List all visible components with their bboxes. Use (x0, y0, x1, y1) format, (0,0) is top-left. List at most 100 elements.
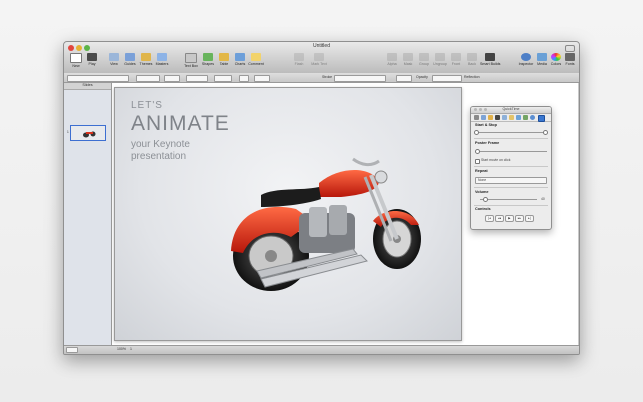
repeat-value: None (478, 178, 487, 182)
play-pause-button[interactable]: ▶ (505, 215, 514, 222)
slide-thumbnail[interactable]: 1 (67, 123, 107, 141)
table-tab-icon[interactable] (516, 115, 521, 120)
skip-to-end-button[interactable]: ▸| (525, 215, 534, 222)
table-icon (219, 53, 229, 61)
line-width-field[interactable] (239, 75, 249, 82)
start-on-click-checkbox[interactable] (475, 159, 480, 164)
color-popup[interactable] (254, 75, 270, 82)
slide-tab-icon[interactable] (481, 115, 486, 120)
toolbar-label: Comment (248, 62, 264, 66)
opacity-slider[interactable] (432, 75, 462, 82)
slide-heading-line1: LET'S (131, 100, 163, 111)
repeat-popup[interactable]: None (475, 177, 547, 184)
front-icon (451, 53, 461, 61)
slide-thumbnail-preview (70, 125, 106, 141)
charts-icon (235, 53, 245, 61)
volume-knob[interactable] (483, 197, 488, 202)
zoom-level[interactable]: 100% (117, 347, 126, 351)
style-popup[interactable] (67, 75, 129, 82)
page-indicator: 1 (130, 347, 132, 351)
text-tab-icon[interactable] (495, 115, 500, 120)
inspector-zoom-button[interactable] (484, 108, 487, 111)
toolbar-label: Play (88, 62, 96, 66)
slide-navigator: Slides 1 (64, 83, 112, 346)
start-knob[interactable] (474, 130, 479, 135)
mask-icon (403, 53, 413, 61)
stroke-width-field[interactable] (396, 75, 412, 82)
flash-icon (294, 53, 304, 61)
skip-to-start-button[interactable]: |◂ (485, 215, 494, 222)
thumbnail-motorcycle-icon (71, 126, 105, 140)
slide[interactable]: LET'S ANIMATE your Keynote presentation (114, 87, 462, 341)
build-tab-icon[interactable] (488, 115, 493, 120)
toolbar-label: Fonts (565, 62, 575, 66)
line-popup[interactable] (214, 75, 232, 82)
divider (474, 138, 548, 139)
slide-subtitle-line1: your Keynote (131, 139, 190, 150)
reflection-label: Reflection (464, 75, 480, 79)
toolbar-comment-button[interactable]: Comment (246, 52, 266, 72)
toolbar-toggle-button[interactable] (565, 45, 575, 52)
window-title: Untitled (313, 43, 330, 49)
start-on-click-label: Start movie on click (481, 158, 511, 162)
toolbar-back-button[interactable]: Back (462, 52, 482, 72)
inspector-title-bar: QuickTime (471, 107, 551, 114)
opacity-label: Opacity (416, 75, 428, 79)
start-stop-slider[interactable] (475, 132, 547, 133)
volume-slider[interactable] (480, 199, 537, 200)
toolbar-label: Back (468, 62, 476, 66)
toolbar-mark-text-button[interactable]: Mark Text (309, 52, 329, 72)
toolbar-play-button[interactable]: Play (82, 52, 102, 72)
themes-icon (141, 53, 151, 61)
slide-heading-title: ANIMATE (131, 112, 230, 135)
stroke-popup[interactable] (334, 75, 386, 82)
guides-icon (125, 53, 135, 61)
toolbar-smart-builds-button[interactable]: Smart Builds (480, 52, 500, 72)
color-well[interactable] (164, 75, 180, 82)
volume-value: 40 (541, 197, 545, 201)
controls-heading: Controls (475, 207, 491, 211)
rewind-button[interactable]: ◂◂ (495, 215, 504, 222)
text-box-icon (185, 53, 197, 63)
fast-forward-button[interactable]: ▸▸ (515, 215, 524, 222)
quicktime-tab-icon[interactable] (538, 115, 545, 122)
stop-knob[interactable] (543, 130, 548, 135)
new-slide-icon (70, 53, 82, 63)
toolbar-flash-button[interactable]: Flash (289, 52, 309, 72)
graphic-tab-icon[interactable] (502, 115, 507, 120)
slide-nav-toggle[interactable] (66, 347, 78, 353)
chart-tab-icon[interactable] (523, 115, 528, 120)
fill-popup[interactable] (186, 75, 208, 82)
view-icon (109, 53, 119, 61)
motorcycle-image[interactable] (221, 151, 431, 296)
ungroup-icon (435, 53, 445, 61)
status-bar: 100% 1 (64, 345, 579, 354)
toolbar-label: Masters (155, 62, 169, 66)
volume-heading: Volume (475, 190, 489, 194)
fonts-icon (565, 53, 575, 61)
font-size-popup[interactable] (136, 75, 160, 82)
toolbar-fonts-button[interactable]: Fonts (560, 52, 579, 72)
title-bar: Untitled New Play View Guides Themes Mas… (64, 42, 579, 74)
shapes-icon (203, 53, 213, 61)
hyperlink-tab-icon[interactable] (530, 115, 535, 120)
metrics-tab-icon[interactable] (509, 115, 514, 120)
poster-frame-knob[interactable] (475, 149, 480, 154)
toolbar-label: Mark Text (311, 62, 327, 66)
quicktime-inspector: QuickTime Start & Stop Poster Frame Star… (470, 106, 552, 230)
inspector-close-button[interactable] (474, 108, 477, 111)
document-tab-icon[interactable] (474, 115, 479, 120)
start-stop-heading: Start & Stop (475, 123, 497, 127)
toolbar-masters-button[interactable]: Masters (152, 52, 172, 72)
poster-frame-slider[interactable] (475, 151, 547, 152)
slides-header: Slides (64, 83, 111, 90)
inspector-tabs (471, 114, 551, 122)
inspector-minimize-button[interactable] (479, 108, 482, 111)
stroke-label: Stroke (322, 75, 333, 79)
inspector-title: QuickTime (502, 107, 520, 111)
divider (474, 166, 548, 167)
masters-icon (157, 53, 167, 61)
group-icon (419, 53, 429, 61)
divider (474, 205, 548, 206)
toolbar-label: Flash (294, 62, 304, 66)
